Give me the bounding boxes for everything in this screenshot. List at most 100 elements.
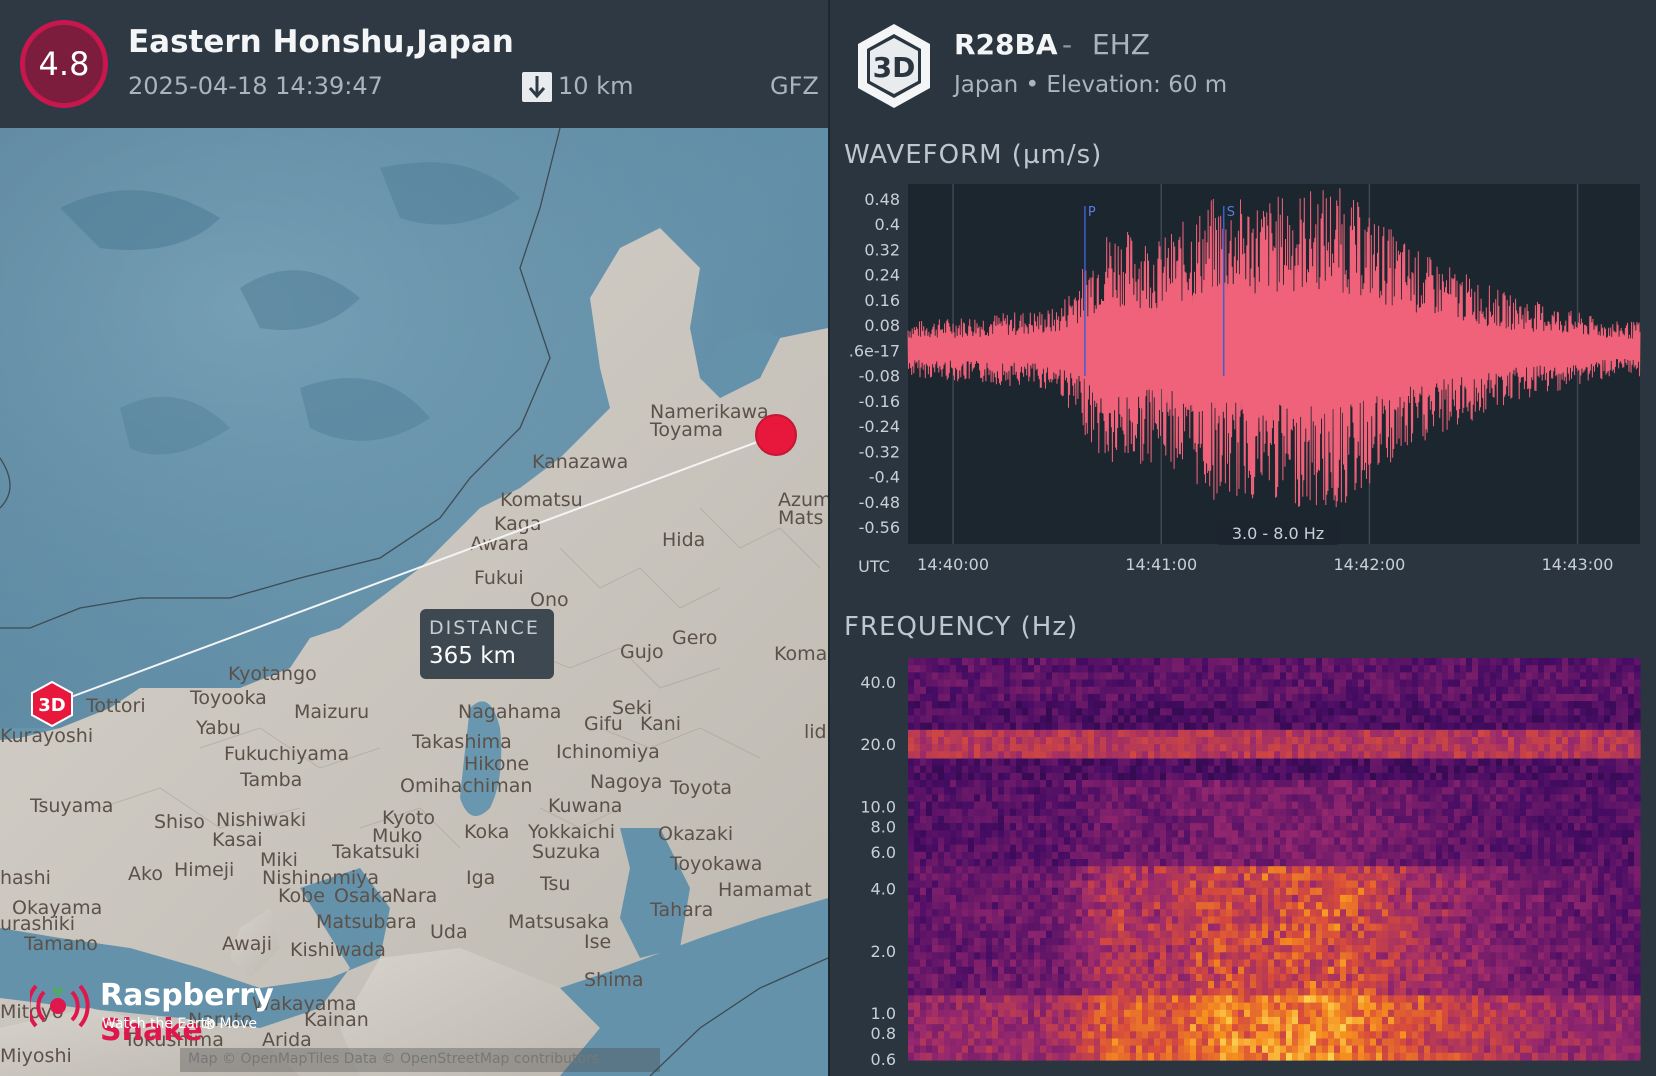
spectrogram-cell — [1154, 959, 1161, 968]
spectrogram-cell — [1262, 995, 1269, 1004]
x-tick-label: 14:40:00 — [917, 555, 989, 574]
spectrogram-cell — [1160, 923, 1167, 932]
spectrogram-cell — [1022, 988, 1029, 996]
spectrogram-cell — [1268, 830, 1275, 839]
spectrogram-cell — [1280, 952, 1287, 961]
spectrogram-cell — [1016, 823, 1023, 831]
spectrogram-cell — [1028, 995, 1035, 1004]
spectrogram-cell — [1088, 708, 1095, 717]
spectrogram-cell — [932, 894, 939, 903]
station-marker[interactable]: 3D — [31, 680, 73, 728]
station-badge[interactable]: 3D — [854, 22, 934, 110]
epicenter-marker[interactable] — [755, 414, 797, 456]
spectrogram-cell — [1250, 794, 1257, 803]
spectrogram-cell — [1088, 902, 1095, 910]
map-attribution[interactable]: Map © OpenMapTiles Data © OpenStreetMap … — [180, 1048, 660, 1072]
spectrogram-cell — [1148, 815, 1155, 824]
spectrogram-cell — [1286, 1052, 1293, 1061]
spectrogram-cell — [1394, 844, 1401, 853]
spectrogram-cell — [1268, 945, 1275, 953]
spectrogram-cell — [1106, 672, 1113, 681]
spectrogram-cell — [1070, 780, 1077, 788]
spectrogram-cell — [1190, 1031, 1197, 1040]
spectrogram-cell — [1064, 679, 1071, 688]
spectrogram-cell — [1094, 729, 1101, 738]
spectrogram-cell — [1172, 1002, 1179, 1011]
spectrogram-cell — [1274, 988, 1281, 996]
spectrogram-cell — [1004, 772, 1011, 781]
spectrogram-chart[interactable]: 40.020.010.08.06.04.02.01.00.80.6 — [830, 652, 1656, 1070]
spectrogram-cell — [1022, 1009, 1029, 1018]
spectrogram-cell — [1376, 658, 1383, 666]
spectrogram-cell — [1292, 722, 1299, 731]
spectrogram-cell — [1286, 995, 1293, 1004]
spectrogram-cell — [1130, 916, 1137, 925]
spectrogram-cell — [944, 808, 951, 817]
spectrogram-cell — [1028, 751, 1035, 760]
spectrogram-cell — [1208, 1031, 1215, 1040]
spectrogram-cell — [1358, 916, 1365, 925]
spectrogram-cell — [1274, 801, 1281, 810]
spectrogram-cell — [1256, 815, 1263, 824]
spectrogram-cell — [974, 973, 981, 982]
spectrogram-cell — [1274, 866, 1281, 874]
spectrogram-cell — [986, 751, 993, 760]
spectrogram-cell — [1004, 880, 1011, 889]
spectrogram-cell — [1376, 851, 1383, 860]
spectrogram-cell — [1274, 1002, 1281, 1011]
spectrogram-cell — [1022, 729, 1029, 738]
spectrogram-cell — [1220, 973, 1227, 982]
spectrogram-cell — [1046, 665, 1053, 673]
spectrogram-cell — [1040, 758, 1047, 767]
spectrogram-cell — [1022, 1045, 1029, 1054]
spectrogram-cell — [1232, 1016, 1239, 1025]
spectrogram-cell — [974, 794, 981, 803]
spectrogram-cell — [1382, 902, 1389, 910]
spectrogram-cell — [1358, 995, 1365, 1004]
spectrogram-cell — [1148, 794, 1155, 803]
spectrogram-cell — [1094, 981, 1101, 989]
spectrogram-cell — [1388, 938, 1395, 946]
spectrogram-cell — [1238, 851, 1245, 860]
spectrogram-cell — [1118, 1031, 1125, 1040]
spectrogram-cell — [1226, 672, 1233, 681]
spectrogram-cell — [1340, 801, 1347, 810]
magnitude-badge[interactable]: 4.8 — [20, 20, 108, 108]
spectrogram-cell — [950, 1002, 957, 1011]
waveform-chart[interactable]: 0.480.40.320.240.160.08.6e-17-0.08-0.16-… — [830, 176, 1656, 586]
spectrogram-cell — [962, 715, 969, 724]
spectrogram-cell — [1112, 815, 1119, 824]
spectrogram-cell — [932, 988, 939, 996]
spectrogram-cell — [1220, 801, 1227, 810]
spectrogram-cell — [1184, 801, 1191, 810]
spectrogram-cell — [1112, 995, 1119, 1004]
spectrogram-cell — [914, 995, 921, 1004]
spectrogram-cell — [1304, 679, 1311, 688]
spectrogram-cell — [1046, 894, 1053, 903]
spectrogram-cell — [1268, 1038, 1275, 1047]
spectrogram-cell — [1220, 844, 1227, 853]
spectrogram-cell — [1142, 686, 1149, 695]
spectrogram-cell — [1154, 772, 1161, 781]
spectrogram-cell — [1340, 1002, 1347, 1011]
spectrogram-cell — [950, 844, 957, 853]
spectrogram-cell — [1268, 902, 1275, 910]
spectrogram-cell — [1010, 938, 1017, 946]
spectrogram-cell — [1154, 693, 1161, 702]
spectrogram-cell — [1052, 686, 1059, 695]
spectrogram-cell — [1148, 772, 1155, 781]
spectrogram-cell — [1310, 708, 1317, 717]
spectrogram-cell — [914, 830, 921, 839]
spectrogram-cell — [1082, 902, 1089, 910]
spectrogram-cell — [1040, 830, 1047, 839]
city-label: Himeji — [174, 859, 234, 881]
spectrogram-cell — [1232, 665, 1239, 673]
spectrogram-cell — [1274, 966, 1281, 975]
spectrogram-cell — [1034, 815, 1041, 824]
map-view[interactable]: Namerikawa Toyama Kanazawa Komatsu Kaga … — [0, 128, 828, 1076]
spectrogram-cell — [1124, 945, 1131, 953]
spectrogram-cell — [956, 765, 963, 774]
spectrogram-cell — [1322, 902, 1329, 910]
spectrogram-cell — [1238, 916, 1245, 925]
spectrogram-cell — [1220, 1002, 1227, 1011]
